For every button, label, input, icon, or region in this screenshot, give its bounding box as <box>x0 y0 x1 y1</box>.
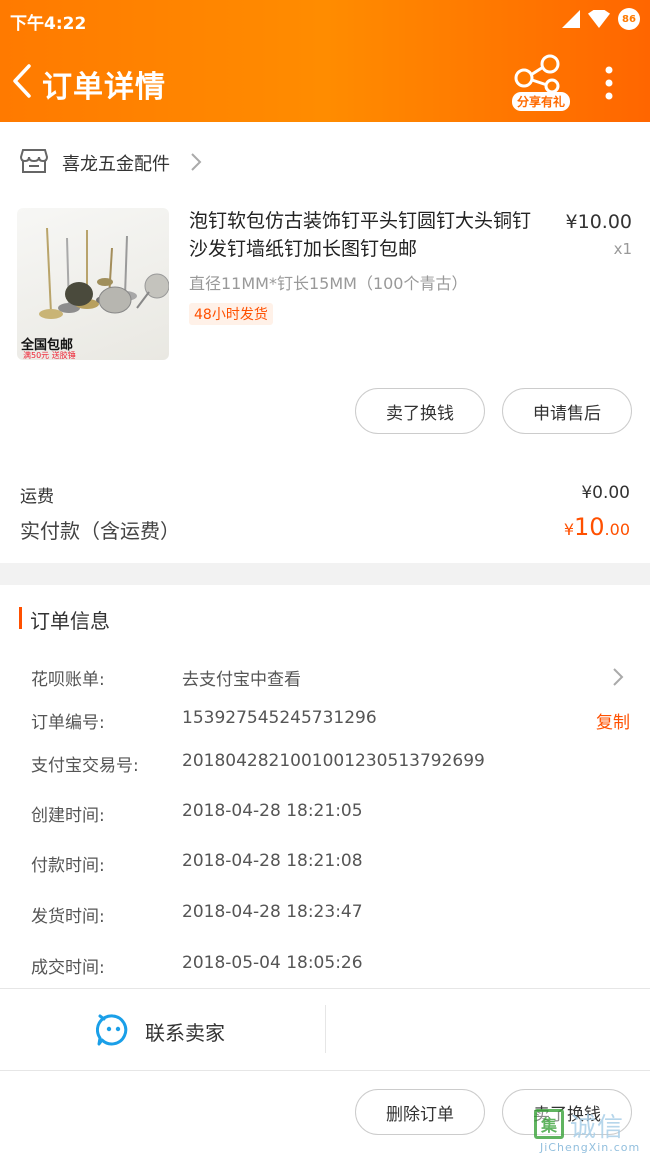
share-icon <box>514 54 560 94</box>
shipping-fee-label: 运费 <box>20 487 54 507</box>
created-time-label: 创建时间: <box>31 806 105 826</box>
paid-integer: 10 <box>574 513 605 541</box>
sell-for-cash-button[interactable]: 卖了换钱 <box>355 388 485 434</box>
completed-time-value: 2018-05-04 18:05:26 <box>182 953 363 973</box>
shipped-time-row: 发货时间: 2018-04-28 18:23:47 <box>0 899 650 927</box>
signal-icon <box>562 10 580 28</box>
battery-icon: 86 <box>618 8 640 30</box>
huabei-label: 花呗账单: <box>31 670 105 690</box>
product-sku: 直径11MM*钉长15MM（100个青古） <box>189 274 468 293</box>
wifi-icon <box>588 10 610 28</box>
shop-row[interactable]: 喜龙五金配件 <box>0 140 650 184</box>
site-watermark: 集 诚信 JiChengXin.com <box>532 1105 650 1155</box>
watermark-text: 诚信 <box>570 1113 625 1143</box>
copy-button[interactable]: 复制 <box>596 708 630 733</box>
created-time-row: 创建时间: 2018-04-28 18:21:05 <box>0 798 650 826</box>
paid-time-row: 付款时间: 2018-04-28 18:21:08 <box>0 848 650 876</box>
shipping-fee-value: ¥0.00 <box>581 483 630 503</box>
order-info-title: 订单信息 <box>30 609 110 633</box>
product-quantity: x1 <box>613 240 632 258</box>
back-arrow-icon[interactable] <box>12 64 32 98</box>
order-number-label: 订单编号: <box>31 713 105 733</box>
paid-amount-label: 实付款（含运费） <box>20 519 180 543</box>
paid-time-label: 付款时间: <box>31 856 105 876</box>
shipped-time-value: 2018-04-28 18:23:47 <box>182 902 363 922</box>
watermark-sub: JiChengXin.com <box>540 1141 641 1154</box>
product-title[interactable]: 泡钉软包仿古装饰钉平头钉圆钉大头铜钉沙发钉墙纸钉加长图钉包邮 <box>189 207 541 263</box>
free-shipping-sub: 满50元 送胶锤 <box>23 351 76 360</box>
after-sale-button[interactable]: 申请售后 <box>502 388 632 434</box>
order-number-row: 订单编号: 153927545245731296 复制 <box>0 705 650 733</box>
huabei-value: 去支付宝中查看 <box>182 670 301 690</box>
watermark-logo-icon: 集 <box>534 1109 564 1139</box>
contact-seller-button[interactable]: 联系卖家 <box>145 1017 225 1046</box>
divider <box>0 1070 650 1071</box>
order-number-value: 153927545245731296 <box>182 708 377 728</box>
vertical-divider <box>325 1005 326 1053</box>
share-button[interactable]: 分享有礼 <box>510 52 571 112</box>
product-price: ¥10.00 <box>565 211 632 233</box>
status-icons: 86 <box>562 8 640 30</box>
huabei-row[interactable]: 花呗账单: 去支付宝中查看 <box>0 662 650 690</box>
created-time-value: 2018-04-28 18:21:05 <box>182 801 363 821</box>
product-image[interactable]: 全国包邮 满50元 送胶锤 <box>17 208 169 360</box>
alipay-number-label: 支付宝交易号: <box>31 756 139 776</box>
alipay-number-row: 支付宝交易号: 2018042821001001230513792699 <box>0 748 650 776</box>
paid-currency: ¥ <box>563 520 574 539</box>
section-accent-bar <box>19 607 22 629</box>
paid-time-value: 2018-04-28 18:21:08 <box>182 851 363 871</box>
paid-amount-value: ¥10.00 <box>564 513 630 541</box>
chevron-right-icon <box>613 668 624 686</box>
completed-time-label: 成交时间: <box>31 958 105 978</box>
shipping-tag: 48小时发货 <box>189 303 273 325</box>
more-icon[interactable] <box>604 66 614 100</box>
app-header: 下午4:22 86 订单详情 分享有礼 <box>0 0 650 122</box>
paid-decimal: .00 <box>604 520 630 539</box>
section-gap <box>0 563 650 585</box>
divider <box>0 988 650 989</box>
shipped-time-label: 发货时间: <box>31 907 105 927</box>
share-badge: 分享有礼 <box>512 92 571 111</box>
page-title: 订单详情 <box>42 70 166 105</box>
delete-order-button[interactable]: 删除订单 <box>355 1089 485 1135</box>
completed-time-row: 成交时间: 2018-05-04 18:05:26 <box>0 950 650 978</box>
chat-bubble-icon[interactable] <box>96 1013 130 1047</box>
shop-name: 喜龙五金配件 <box>62 154 170 175</box>
alipay-number-value: 2018042821001001230513792699 <box>182 751 485 771</box>
chevron-right-icon <box>191 153 202 171</box>
shop-icon <box>20 149 48 173</box>
status-time: 下午4:22 <box>10 14 87 34</box>
